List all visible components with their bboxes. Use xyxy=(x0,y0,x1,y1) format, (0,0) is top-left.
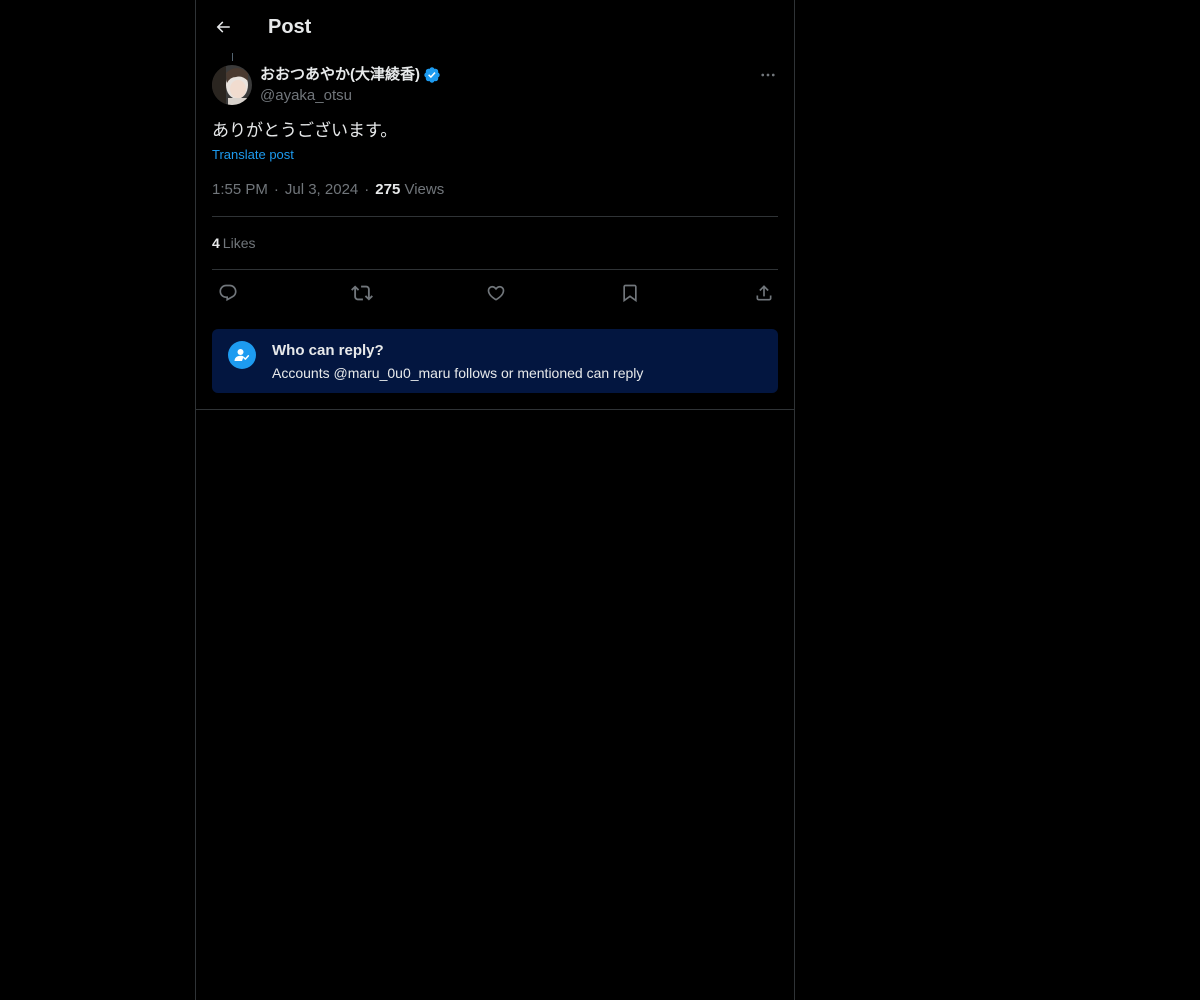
likes-label: Likes xyxy=(222,235,256,251)
share-icon xyxy=(756,285,772,301)
arrow-left-icon xyxy=(216,21,230,33)
divider xyxy=(212,269,778,270)
reply-restriction-description: Accounts @maru_0u0_maru follows or menti… xyxy=(272,365,644,381)
post-time[interactable]: 1:55 PM xyxy=(212,181,268,198)
meta-separator: · xyxy=(273,181,279,198)
back-button[interactable] xyxy=(206,10,240,44)
post-text: ありがとうございます。 xyxy=(212,121,398,140)
meta-separator: · xyxy=(364,181,370,198)
page-header: Post xyxy=(196,0,794,53)
like-button[interactable] xyxy=(481,280,511,306)
views-count: 275 xyxy=(375,181,401,198)
share-button[interactable] xyxy=(749,280,779,306)
heart-icon xyxy=(487,285,505,301)
user-check-icon xyxy=(234,349,250,361)
reply-button[interactable] xyxy=(213,280,243,306)
divider xyxy=(212,216,778,217)
post-date[interactable]: Jul 3, 2024 xyxy=(285,181,358,198)
divider xyxy=(196,409,794,410)
author-display-name[interactable]: おおつあやか(大津綾香) xyxy=(260,65,441,85)
author-handle[interactable]: @ayaka_otsu xyxy=(260,86,352,106)
reply-restriction-notice: Who can reply? Accounts @maru_0u0_maru f… xyxy=(212,329,778,393)
more-horizontal-icon xyxy=(761,73,775,77)
likes-link[interactable]: 4 Likes xyxy=(212,233,255,253)
post-detail-column: Post おおつあやか(大津綾香) @ayaka_otsu ありがとうございます… xyxy=(195,0,795,1000)
post-meta: 1:55 PM · Jul 3, 2024 · 275 Views xyxy=(212,180,444,200)
more-options-button[interactable] xyxy=(754,63,782,87)
comment-icon xyxy=(219,284,237,302)
verified-badge-icon xyxy=(424,67,440,83)
author-name-text: おおつあやか(大津綾香) xyxy=(260,66,420,83)
views-label: Views xyxy=(404,181,445,198)
bookmark-icon xyxy=(623,284,637,303)
reply-restriction-title: Who can reply? xyxy=(272,342,384,359)
likes-count: 4 xyxy=(212,235,220,251)
page-title: Post xyxy=(268,16,312,38)
translate-post-link[interactable]: Translate post xyxy=(212,146,294,164)
avatar-image xyxy=(212,65,252,105)
repost-button[interactable] xyxy=(347,280,377,306)
repost-icon xyxy=(351,285,373,301)
thread-connector-line xyxy=(232,53,233,61)
bookmark-button[interactable] xyxy=(615,280,645,306)
reply-restriction-badge xyxy=(228,341,256,369)
avatar[interactable] xyxy=(212,65,252,105)
